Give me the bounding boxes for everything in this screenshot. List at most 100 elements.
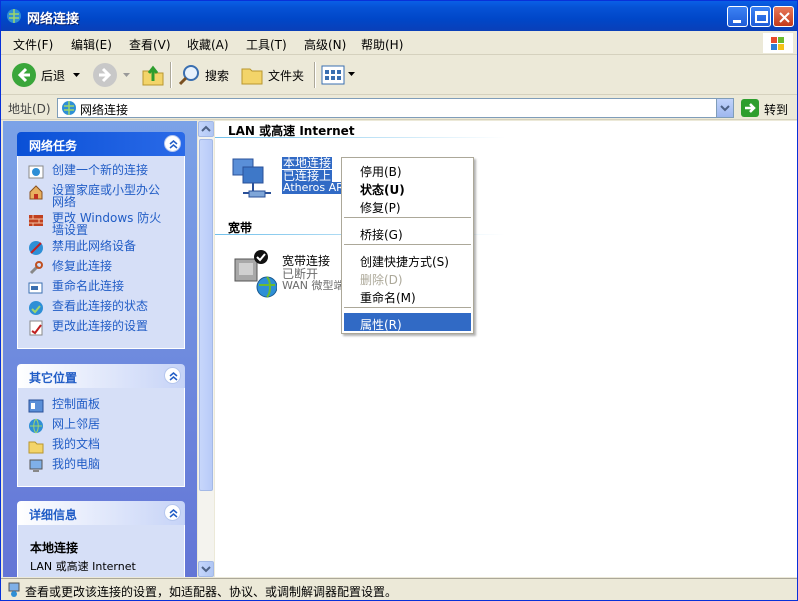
address-value: 网络连接 <box>80 103 129 117</box>
menu-view[interactable]: 查看(V) <box>129 36 171 53</box>
details-name: 本地连接 <box>30 541 79 555</box>
forward-dropdown-icon[interactable] <box>123 73 131 79</box>
details-type: LAN 或高速 Internet <box>30 560 136 573</box>
task-create-connection[interactable]: 创建一个新的连接 <box>28 164 148 180</box>
other-places-header[interactable]: 其它位置 <box>17 364 185 388</box>
status-bar: 查看或更改该连接的设置，如适配器、协议、或调制解调器配置设置。 <box>1 578 797 600</box>
task-label: 设置家庭或小型办公网络 <box>52 183 161 209</box>
ctx-create-shortcut[interactable]: 创建快捷方式(S) <box>344 250 471 269</box>
rename-icon <box>28 282 43 294</box>
local-connection-status: 已连接上 <box>282 169 333 183</box>
scroll-down-button[interactable] <box>198 561 214 577</box>
go-button[interactable] <box>741 99 759 117</box>
chevron-up-icon <box>169 509 178 518</box>
task-firewall-settings[interactable]: 更改 Windows 防火墙设置 <box>28 212 168 236</box>
repair-icon <box>29 261 43 275</box>
back-button[interactable]: 后退 <box>11 62 65 88</box>
address-bar: 地址(D) 网络连接 转到 <box>1 96 797 120</box>
close-button[interactable] <box>773 6 794 27</box>
folders-button[interactable]: 文件夹 <box>240 62 304 88</box>
menu-favorites[interactable]: 收藏(A) <box>187 36 229 53</box>
place-control-panel[interactable]: 控制面板 <box>28 398 100 414</box>
ctx-rename[interactable]: 重命名(M) <box>344 286 471 305</box>
network-connections-icon <box>62 101 76 115</box>
task-repair-connection[interactable]: 修复此连接 <box>28 260 112 276</box>
address-label: 地址(D) <box>8 102 51 116</box>
back-label: 后退 <box>41 68 66 83</box>
place-network-neighborhood[interactable]: 网上邻居 <box>28 418 100 434</box>
task-label: 更改此连接的设置 <box>52 319 149 333</box>
scroll-up-button[interactable] <box>198 121 214 137</box>
broadband-connection-item[interactable] <box>229 249 278 301</box>
place-label: 控制面板 <box>52 397 101 411</box>
settings-icon <box>29 320 43 336</box>
title-bar[interactable]: 网络连接 <box>1 1 797 31</box>
menu-help[interactable]: 帮助(H) <box>361 36 403 53</box>
place-my-computer[interactable]: 我的电脑 <box>28 458 100 474</box>
chevron-down-icon <box>201 566 211 573</box>
ctx-status[interactable]: 状态(U) <box>344 178 471 197</box>
network-places-icon <box>29 418 43 434</box>
task-home-network[interactable]: 设置家庭或小型办公网络 <box>28 184 168 208</box>
other-places-panel: 控制面板 网上邻居 我的文档 我的电脑 <box>17 388 185 487</box>
menu-advanced[interactable]: 高级(N) <box>304 36 346 53</box>
collapse-details-button[interactable] <box>164 504 181 521</box>
task-pane-scrollbar[interactable] <box>198 121 214 577</box>
menu-file[interactable]: 文件(F) <box>13 36 53 53</box>
go-label[interactable]: 转到 <box>764 101 788 118</box>
collapse-network-tasks-button[interactable] <box>164 135 181 152</box>
broadband-connection-status: 已断开 <box>282 267 319 281</box>
views-button[interactable] <box>321 62 356 88</box>
back-dropdown-icon[interactable] <box>73 73 81 79</box>
lan-connection-icon <box>232 158 271 198</box>
ctx-repair[interactable]: 修复(P) <box>344 196 471 215</box>
ctx-disable[interactable]: 停用(B) <box>344 160 471 179</box>
ctx-properties[interactable]: 属性(R) <box>344 313 471 332</box>
local-connection-item[interactable] <box>229 155 277 203</box>
broadband-connection-device: WAN 微型端 <box>282 280 342 292</box>
folders-icon <box>241 68 263 85</box>
windows-logo-icon <box>763 33 793 53</box>
task-rename-connection[interactable]: 重命名此连接 <box>28 280 124 296</box>
search-label: 搜索 <box>205 68 230 83</box>
up-folder-button[interactable] <box>141 62 165 88</box>
network-tasks-title: 网络任务 <box>29 139 78 153</box>
menu-edit[interactable]: 编辑(E) <box>71 36 112 53</box>
task-change-settings[interactable]: 更改此连接的设置 <box>28 320 148 336</box>
menu-separator <box>344 244 471 245</box>
address-dropdown-button[interactable] <box>716 99 733 117</box>
menu-tools[interactable]: 工具(T) <box>246 36 287 53</box>
collapse-other-places-button[interactable] <box>164 367 181 384</box>
broadband-connection-icon <box>234 250 278 298</box>
details-header[interactable]: 详细信息 <box>17 501 185 525</box>
broadband-connection-name[interactable]: 宽带连接 <box>282 255 330 267</box>
connections-view: LAN 或高速 Internet 本地连接 已连接上 Atheros AR 宽带 <box>215 121 797 577</box>
details-title: 详细信息 <box>29 508 78 522</box>
chevron-up-icon <box>169 140 178 149</box>
menu-separator <box>344 217 471 218</box>
context-menu: 停用(B) 状态(U) 修复(P) 桥接(G) 创建快捷方式(S) 删除(D) … <box>341 157 474 334</box>
place-label: 网上邻居 <box>52 417 101 431</box>
address-field[interactable]: 网络连接 <box>57 98 734 118</box>
task-view-status[interactable]: 查看此连接的状态 <box>28 300 148 316</box>
maximize-button[interactable] <box>750 6 771 27</box>
search-button[interactable]: 搜索 <box>177 62 229 88</box>
chevron-down-icon <box>720 105 730 112</box>
window-title: 网络连接 <box>27 12 80 27</box>
place-label: 我的文档 <box>52 437 101 451</box>
forward-button[interactable] <box>92 62 118 88</box>
close-icon <box>779 12 790 23</box>
network-tasks-header[interactable]: 网络任务 <box>17 132 185 156</box>
place-my-documents[interactable]: 我的文档 <box>28 438 100 454</box>
task-disable-device[interactable]: 禁用此网络设备 <box>28 240 136 256</box>
ctx-delete: 删除(D) <box>360 273 403 287</box>
ctx-bridge[interactable]: 桥接(G) <box>344 223 471 242</box>
menu-bar: 文件(F) 编辑(E) 查看(V) 收藏(A) 工具(T) 高级(N) 帮助(H… <box>1 31 797 55</box>
up-folder-icon <box>142 65 164 86</box>
network-connections-icon <box>7 9 21 23</box>
minimize-button[interactable] <box>727 6 748 27</box>
local-connection-name[interactable]: 本地连接 <box>282 157 333 169</box>
scroll-thumb[interactable] <box>199 139 213 491</box>
firewall-icon <box>29 215 43 226</box>
task-label: 更改 Windows 防火墙设置 <box>52 211 162 237</box>
